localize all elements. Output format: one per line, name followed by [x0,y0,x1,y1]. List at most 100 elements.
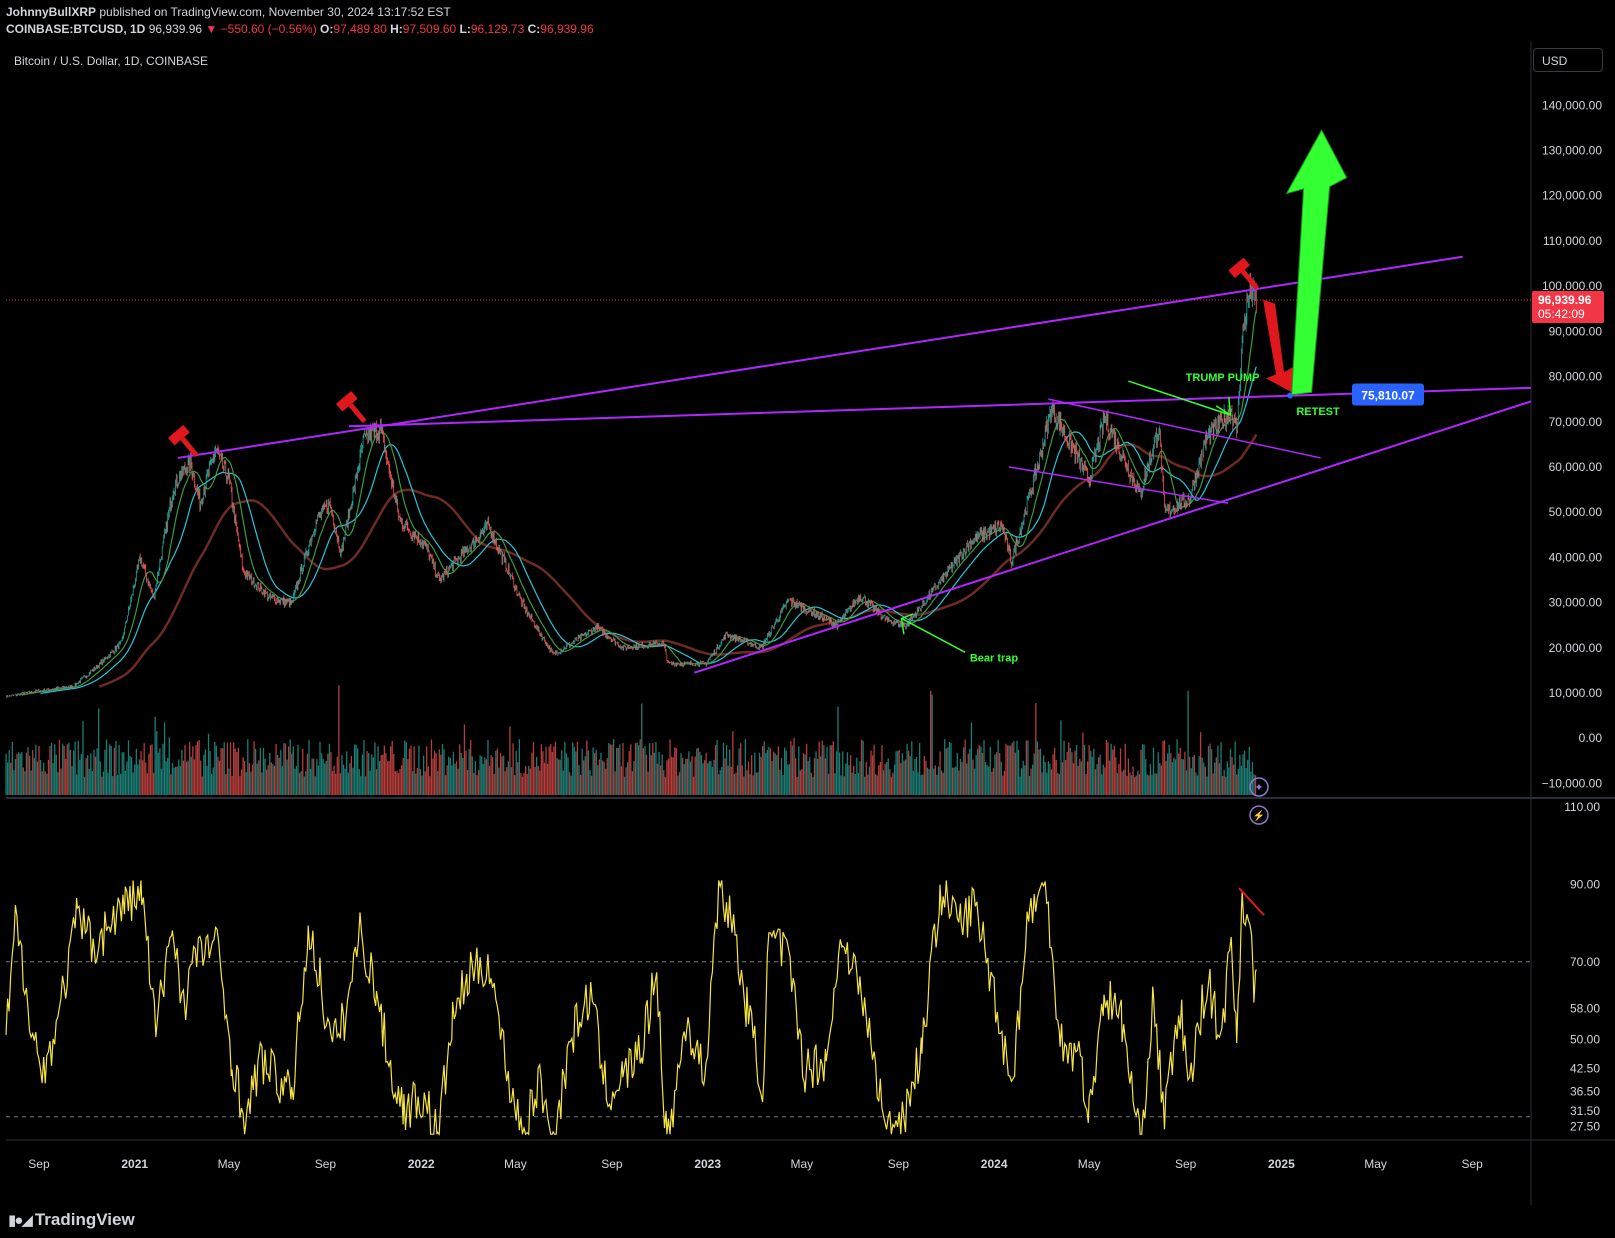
volume-bar [473,772,475,795]
tradingview-brand: TradingView [34,1210,135,1229]
volume-bar [146,773,148,795]
volume-bar [1013,741,1015,795]
time-axis-label: 2025 [1268,1157,1295,1171]
volume-bar [670,756,673,795]
volume-bar [925,760,927,795]
volume-bar [269,753,271,795]
volume-bar [970,722,973,795]
tradingview-logo[interactable]: ▮●◢ TradingView [8,1210,135,1230]
volume-bar [176,766,178,795]
volume-bar [900,763,902,795]
volume-bar [22,767,24,795]
volume-bar [32,750,34,795]
volume-bar [532,742,535,795]
volume-bar [388,760,390,795]
price-chart[interactable]: −10,000.00 0.00 10,000.00 20,000.00 30,000.0… [0,42,1615,1205]
volume-bar [672,757,674,795]
volume-bar [509,726,511,795]
volume-bar [725,744,728,795]
volume-bar [947,747,949,795]
volume-bar [876,775,878,795]
volume-bar [292,746,294,795]
volume-bar [220,747,222,795]
volume-bar [653,752,656,795]
volume-bar [958,770,960,795]
volume-bar [50,742,53,795]
open-label: O: [320,22,334,36]
volume-bar [1074,750,1076,795]
volume-bar [460,752,462,795]
time-axis-label: 2021 [121,1157,148,1171]
quote-line: COINBASE:BTCUSD, 1D 96,939.96 ▼ −550.60 … [6,22,594,36]
author-name[interactable]: JohnnyBullXRP [6,5,96,19]
volume-bar [986,765,988,795]
volume-bar [1014,752,1017,795]
volume-bar [331,771,334,795]
volume-bar [823,745,825,795]
volume-bar [636,742,638,795]
volume-bar [196,741,199,795]
volume-bar [678,772,681,795]
volume-bar [129,756,131,795]
volume-bar [727,765,729,795]
volume-bar [810,772,812,795]
volume-bar [61,743,64,795]
volume-bar [77,740,79,795]
volume-bar [336,756,338,795]
volume-bar [1251,761,1254,795]
volume-bar [411,771,414,795]
volume-bar [634,743,637,795]
volume-bar [1242,754,1244,795]
volume-bar [242,757,244,795]
volume-bar [995,752,998,795]
volume-bar [644,746,646,795]
volume-bar [104,749,106,795]
volume-bar [999,753,1001,795]
volume-bar [848,765,850,795]
volume-bar [107,772,109,795]
volume-bar [751,755,753,795]
volume-bar [421,775,423,795]
volume-bar [298,772,301,795]
volume-bar [314,776,316,795]
volume-bar [352,767,354,795]
volume-bar [578,765,580,795]
volume-bar [1167,753,1169,795]
volume-bar [1036,741,1039,795]
volume-bar [769,748,772,795]
volume-bar [659,765,662,795]
volume-bar [648,743,651,795]
volume-bar [754,752,756,795]
volume-bar [587,750,590,795]
time-axis-label: Sep [1175,1157,1197,1171]
volume-bar [286,759,288,795]
volume-bar [918,743,921,795]
volume-bar [47,759,50,795]
volume-bar [485,759,488,795]
volume-bar [983,740,985,795]
volume-bar [890,776,893,795]
volume-bar [1022,760,1024,795]
volume-bar [589,770,591,795]
volume-bar [353,744,356,795]
last-price: 96,939.96 [148,22,203,36]
volume-bar [521,776,524,795]
volume-bar [204,749,207,795]
volume-bar [121,752,123,795]
volume-bar [498,767,500,795]
currency-button[interactable]: USD [1533,48,1603,72]
volume-bar [909,756,911,795]
volume-bar [448,756,450,795]
annotation-label: TRUMP PUMP [1186,372,1260,384]
volume-bar [1010,745,1012,795]
volume-bar [21,752,23,795]
volume-bar [287,746,290,795]
volume-bar [594,753,596,795]
time-axis-label: Sep [315,1157,337,1171]
volume-bar [1115,757,1117,795]
volume-bar [440,754,442,795]
volume-bar [160,768,163,795]
volume-bar [311,758,313,795]
volume-bar [677,775,679,795]
volume-bar [535,756,538,795]
